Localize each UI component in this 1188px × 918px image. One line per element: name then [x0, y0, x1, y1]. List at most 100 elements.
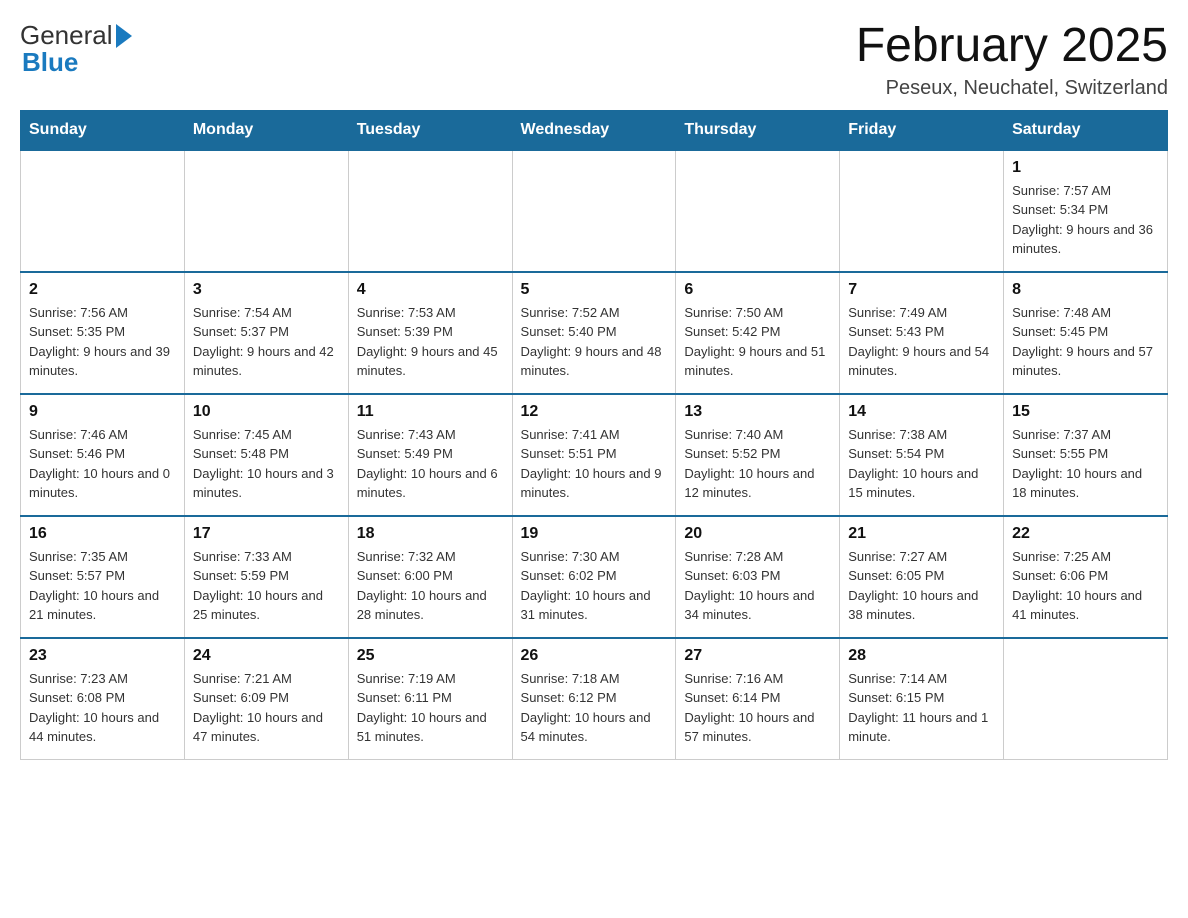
day-number: 21: [848, 525, 995, 543]
day-of-week-header: Sunday: [21, 110, 185, 150]
day-number: 12: [521, 403, 668, 421]
calendar-cell: 23 Sunrise: 7:23 AM Sunset: 6:08 PM Dayli…: [21, 638, 185, 760]
day-info: Sunrise: 7:18 AM Sunset: 6:12 PM Dayligh…: [521, 669, 668, 747]
calendar-cell: 25 Sunrise: 7:19 AM Sunset: 6:11 PM Dayli…: [348, 638, 512, 760]
day-number: 2: [29, 281, 176, 299]
day-info: Sunrise: 7:41 AM Sunset: 5:51 PM Dayligh…: [521, 425, 668, 503]
day-info: Sunrise: 7:37 AM Sunset: 5:55 PM Dayligh…: [1012, 425, 1159, 503]
day-info: Sunrise: 7:21 AM Sunset: 6:09 PM Dayligh…: [193, 669, 340, 747]
calendar-cell: 19 Sunrise: 7:30 AM Sunset: 6:02 PM Dayli…: [512, 516, 676, 638]
location: Peseux, Neuchatel, Switzerland: [856, 77, 1168, 100]
day-number: 5: [521, 281, 668, 299]
calendar-cell: [21, 150, 185, 272]
day-info: Sunrise: 7:43 AM Sunset: 5:49 PM Dayligh…: [357, 425, 504, 503]
calendar-cell: 28Sunrise: 7:14 AM Sunset: 6:15 PM Dayli…: [840, 638, 1004, 760]
calendar-cell: 6 Sunrise: 7:50 AM Sunset: 5:42 PM Daylig…: [676, 272, 840, 394]
day-info: Sunrise: 7:48 AM Sunset: 5:45 PM Dayligh…: [1012, 303, 1159, 381]
calendar-cell: 17 Sunrise: 7:33 AM Sunset: 5:59 PM Dayli…: [184, 516, 348, 638]
day-info: Sunrise: 7:32 AM Sunset: 6:00 PM Dayligh…: [357, 547, 504, 625]
calendar-cell: 15 Sunrise: 7:37 AM Sunset: 5:55 PM Dayli…: [1004, 394, 1168, 516]
month-title: February 2025: [856, 20, 1168, 73]
day-number: 26: [521, 647, 668, 665]
day-number: 24: [193, 647, 340, 665]
day-number: 16: [29, 525, 176, 543]
calendar-cell: 24 Sunrise: 7:21 AM Sunset: 6:09 PM Dayli…: [184, 638, 348, 760]
calendar-week-row: 16 Sunrise: 7:35 AM Sunset: 5:57 PM Dayli…: [21, 516, 1168, 638]
page-header: General Blue February 2025 Peseux, Neuch…: [20, 20, 1168, 100]
day-info: Sunrise: 7:23 AM Sunset: 6:08 PM Dayligh…: [29, 669, 176, 747]
day-number: 18: [357, 525, 504, 543]
calendar-cell: 10Sunrise: 7:45 AM Sunset: 5:48 PM Dayli…: [184, 394, 348, 516]
day-number: 23: [29, 647, 176, 665]
day-of-week-header: Monday: [184, 110, 348, 150]
calendar-cell: 11 Sunrise: 7:43 AM Sunset: 5:49 PM Dayli…: [348, 394, 512, 516]
day-number: 13: [684, 403, 831, 421]
calendar-cell: 26 Sunrise: 7:18 AM Sunset: 6:12 PM Dayli…: [512, 638, 676, 760]
day-info: Sunrise: 7:14 AM Sunset: 6:15 PM Dayligh…: [848, 669, 995, 747]
calendar-table: SundayMondayTuesdayWednesdayThursdayFrid…: [20, 110, 1168, 760]
day-info: Sunrise: 7:50 AM Sunset: 5:42 PM Dayligh…: [684, 303, 831, 381]
calendar-header-row: SundayMondayTuesdayWednesdayThursdayFrid…: [21, 110, 1168, 150]
day-info: Sunrise: 7:53 AM Sunset: 5:39 PM Dayligh…: [357, 303, 504, 381]
day-number: 22: [1012, 525, 1159, 543]
calendar-cell: 3Sunrise: 7:54 AM Sunset: 5:37 PM Daylig…: [184, 272, 348, 394]
day-of-week-header: Saturday: [1004, 110, 1168, 150]
day-of-week-header: Wednesday: [512, 110, 676, 150]
day-info: Sunrise: 7:38 AM Sunset: 5:54 PM Dayligh…: [848, 425, 995, 503]
calendar-cell: 21 Sunrise: 7:27 AM Sunset: 6:05 PM Dayli…: [840, 516, 1004, 638]
logo: General Blue: [20, 20, 132, 78]
day-number: 19: [521, 525, 668, 543]
calendar-cell: 27 Sunrise: 7:16 AM Sunset: 6:14 PM Dayli…: [676, 638, 840, 760]
day-number: 27: [684, 647, 831, 665]
day-info: Sunrise: 7:19 AM Sunset: 6:11 PM Dayligh…: [357, 669, 504, 747]
day-info: Sunrise: 7:30 AM Sunset: 6:02 PM Dayligh…: [521, 547, 668, 625]
day-info: Sunrise: 7:27 AM Sunset: 6:05 PM Dayligh…: [848, 547, 995, 625]
day-info: Sunrise: 7:45 AM Sunset: 5:48 PM Dayligh…: [193, 425, 340, 503]
calendar-cell: [512, 150, 676, 272]
day-info: Sunrise: 7:54 AM Sunset: 5:37 PM Dayligh…: [193, 303, 340, 381]
logo-blue-text: Blue: [20, 47, 78, 78]
day-number: 17: [193, 525, 340, 543]
day-number: 4: [357, 281, 504, 299]
calendar-cell: 20Sunrise: 7:28 AM Sunset: 6:03 PM Dayli…: [676, 516, 840, 638]
day-info: Sunrise: 7:49 AM Sunset: 5:43 PM Dayligh…: [848, 303, 995, 381]
day-info: Sunrise: 7:33 AM Sunset: 5:59 PM Dayligh…: [193, 547, 340, 625]
day-number: 1: [1012, 159, 1159, 177]
day-info: Sunrise: 7:35 AM Sunset: 5:57 PM Dayligh…: [29, 547, 176, 625]
day-of-week-header: Thursday: [676, 110, 840, 150]
day-number: 20: [684, 525, 831, 543]
day-info: Sunrise: 7:46 AM Sunset: 5:46 PM Dayligh…: [29, 425, 176, 503]
calendar-cell: 7 Sunrise: 7:49 AM Sunset: 5:43 PM Daylig…: [840, 272, 1004, 394]
title-block: February 2025 Peseux, Neuchatel, Switzer…: [856, 20, 1168, 100]
logo-arrow-icon: [116, 24, 132, 48]
day-info: Sunrise: 7:56 AM Sunset: 5:35 PM Dayligh…: [29, 303, 176, 381]
day-of-week-header: Friday: [840, 110, 1004, 150]
calendar-cell: 9Sunrise: 7:46 AM Sunset: 5:46 PM Daylig…: [21, 394, 185, 516]
calendar-cell: 18 Sunrise: 7:32 AM Sunset: 6:00 PM Dayli…: [348, 516, 512, 638]
calendar-week-row: 9Sunrise: 7:46 AM Sunset: 5:46 PM Daylig…: [21, 394, 1168, 516]
calendar-cell: 14Sunrise: 7:38 AM Sunset: 5:54 PM Dayli…: [840, 394, 1004, 516]
calendar-cell: [1004, 638, 1168, 760]
calendar-cell: 13 Sunrise: 7:40 AM Sunset: 5:52 PM Dayli…: [676, 394, 840, 516]
day-number: 15: [1012, 403, 1159, 421]
calendar-cell: [348, 150, 512, 272]
calendar-cell: 8 Sunrise: 7:48 AM Sunset: 5:45 PM Daylig…: [1004, 272, 1168, 394]
calendar-week-row: 23 Sunrise: 7:23 AM Sunset: 6:08 PM Dayli…: [21, 638, 1168, 760]
calendar-cell: [676, 150, 840, 272]
calendar-cell: 1 Sunrise: 7:57 AM Sunset: 5:34 PM Daylig…: [1004, 150, 1168, 272]
day-of-week-header: Tuesday: [348, 110, 512, 150]
day-number: 25: [357, 647, 504, 665]
calendar-cell: 16 Sunrise: 7:35 AM Sunset: 5:57 PM Dayli…: [21, 516, 185, 638]
calendar-cell: [184, 150, 348, 272]
day-info: Sunrise: 7:57 AM Sunset: 5:34 PM Dayligh…: [1012, 181, 1159, 259]
calendar-cell: 2 Sunrise: 7:56 AM Sunset: 5:35 PM Daylig…: [21, 272, 185, 394]
day-info: Sunrise: 7:16 AM Sunset: 6:14 PM Dayligh…: [684, 669, 831, 747]
day-number: 7: [848, 281, 995, 299]
calendar-week-row: 1 Sunrise: 7:57 AM Sunset: 5:34 PM Daylig…: [21, 150, 1168, 272]
day-number: 11: [357, 403, 504, 421]
day-number: 6: [684, 281, 831, 299]
day-info: Sunrise: 7:40 AM Sunset: 5:52 PM Dayligh…: [684, 425, 831, 503]
calendar-cell: 12 Sunrise: 7:41 AM Sunset: 5:51 PM Dayli…: [512, 394, 676, 516]
calendar-week-row: 2 Sunrise: 7:56 AM Sunset: 5:35 PM Daylig…: [21, 272, 1168, 394]
day-number: 8: [1012, 281, 1159, 299]
